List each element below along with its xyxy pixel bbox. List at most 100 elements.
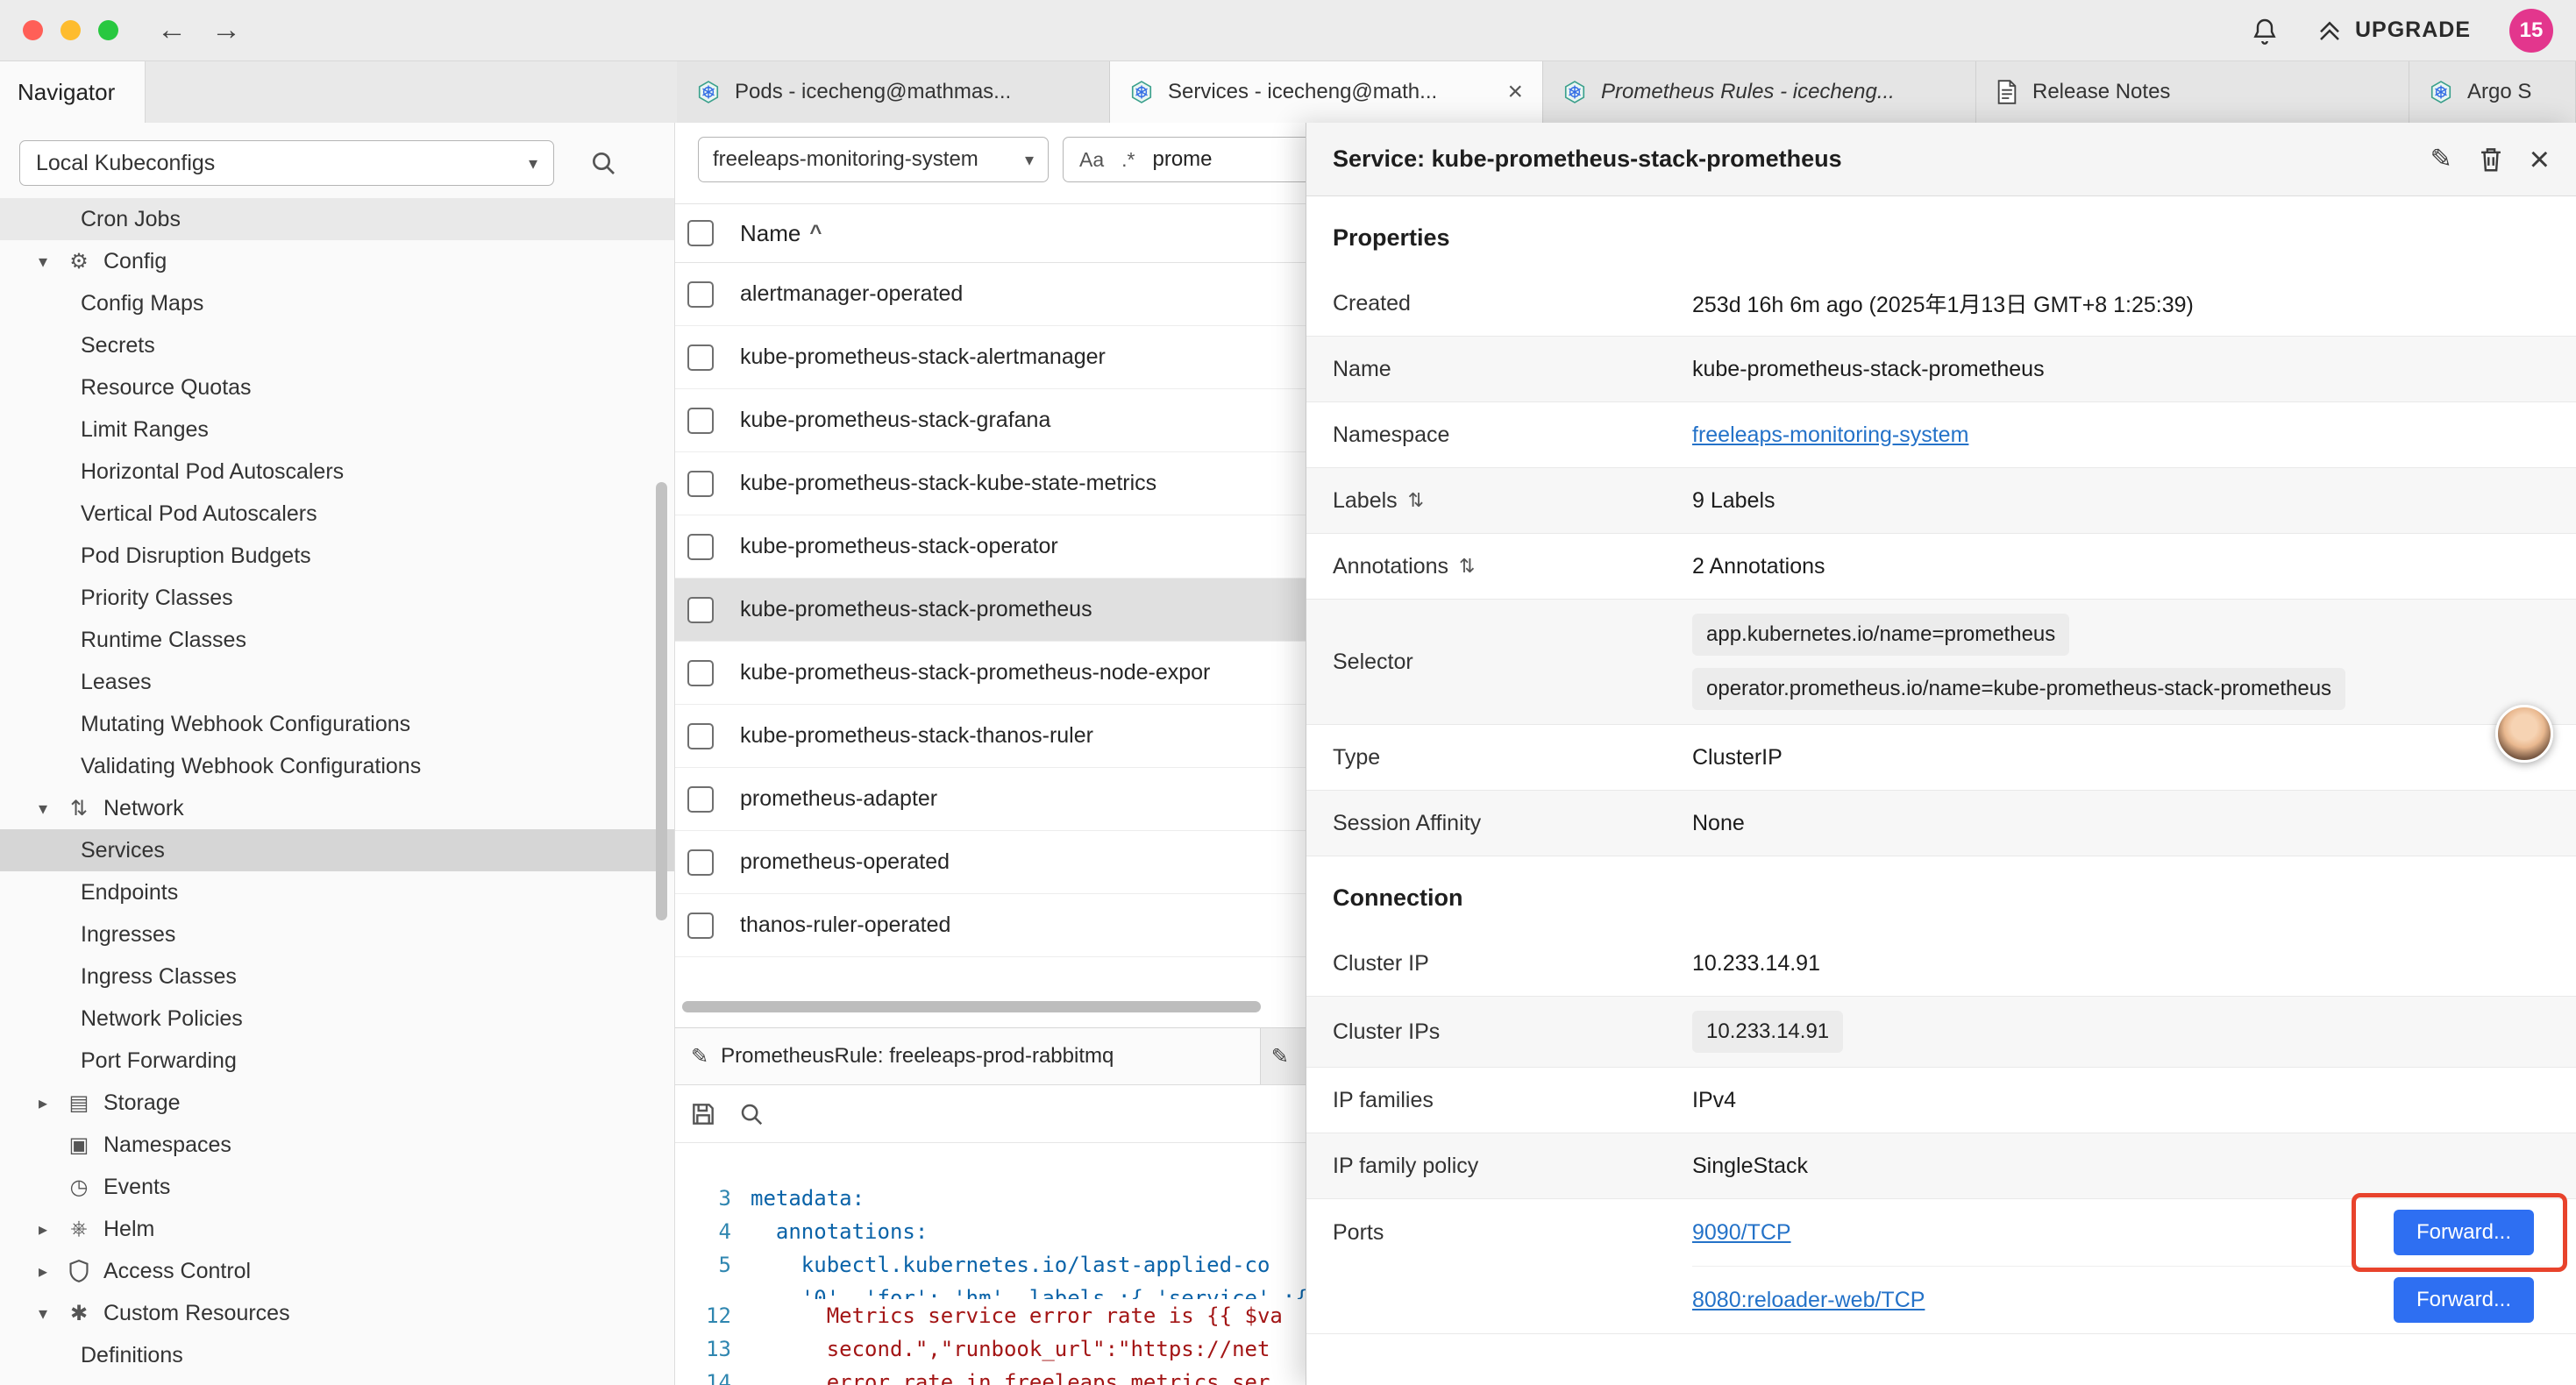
port-link[interactable]: 8080:reloader-web/TCP [1692, 1288, 1925, 1313]
name-column-header[interactable]: Name ^ [740, 220, 822, 247]
sort-updown-icon[interactable]: ⇅ [1408, 489, 1424, 512]
detail-value-link[interactable]: freeleaps-monitoring-system [1692, 423, 1968, 448]
kubeconfig-selector[interactable]: Local Kubeconfigs ▾ [19, 140, 554, 186]
sidebar-item-helm[interactable]: ▸⎈Helm [0, 1208, 674, 1250]
close-window-button[interactable] [23, 20, 43, 40]
chevron-right-icon[interactable]: ▸ [32, 1261, 54, 1282]
services-search-input[interactable]: Aa .* prome [1063, 137, 1306, 182]
chevron-right-icon[interactable]: ▸ [32, 1218, 54, 1240]
row-checkbox[interactable] [687, 534, 714, 560]
sidebar-item-priority-classes[interactable]: Priority Classes [0, 577, 674, 619]
table-row[interactable]: kube-prometheus-stack-thanos-ruler [675, 705, 1306, 768]
table-row[interactable]: kube-prometheus-stack-kube-state-metrics [675, 452, 1306, 515]
sidebar-item-storage[interactable]: ▸▤Storage [0, 1082, 674, 1124]
sidebar-item-ingresses[interactable]: Ingresses [0, 913, 674, 955]
edit-pencil-icon[interactable]: ✎ [2430, 144, 2452, 174]
sidebar-item-network-policies[interactable]: Network Policies [0, 998, 674, 1040]
table-row[interactable]: prometheus-operated [675, 831, 1306, 894]
back-button[interactable]: ← [157, 13, 187, 47]
sidebar-scrollbar-thumb[interactable] [656, 482, 667, 920]
regex-toggle[interactable]: .* [1121, 148, 1135, 172]
sidebar-item-cron-jobs[interactable]: Cron Jobs [0, 198, 674, 240]
table-row[interactable]: kube-prometheus-stack-prometheus-node-ex… [675, 642, 1306, 705]
upgrade-button[interactable]: UPGRADE [2316, 18, 2471, 43]
sidebar-item-ingress-classes[interactable]: Ingress Classes [0, 955, 674, 998]
table-row[interactable]: kube-prometheus-stack-alertmanager [675, 326, 1306, 389]
table-row[interactable]: prometheus-adapter [675, 768, 1306, 831]
table-row[interactable]: kube-prometheus-stack-prometheus [675, 579, 1306, 642]
row-checkbox[interactable] [687, 849, 714, 876]
sidebar-item-mutating-webhook-configurations[interactable]: Mutating Webhook Configurations [0, 703, 674, 745]
sort-updown-icon[interactable]: ⇅ [1459, 555, 1475, 578]
close-tab-icon[interactable]: × [1507, 77, 1523, 107]
sidebar-item-services[interactable]: Services [0, 829, 674, 871]
navigator-pane-title[interactable]: Navigator [0, 61, 146, 123]
dock-tab-next[interactable]: ✎ [1261, 1028, 1306, 1084]
table-row[interactable]: kube-prometheus-stack-grafana [675, 389, 1306, 452]
tab-services-icecheng-math[interactable]: Services - icecheng@math...× [1110, 61, 1543, 123]
sidebar-item-events[interactable]: ◷Events [0, 1166, 674, 1208]
sidebar-item-network[interactable]: ▾⇅Network [0, 787, 674, 829]
forward-button[interactable]: Forward... [2394, 1210, 2534, 1255]
row-checkbox[interactable] [687, 281, 714, 308]
editor-search-icon[interactable] [738, 1101, 765, 1127]
port-link[interactable]: 9090/TCP [1692, 1220, 1791, 1246]
table-row[interactable]: thanos-ruler-operated [675, 894, 1306, 957]
row-checkbox[interactable] [687, 344, 714, 371]
save-icon[interactable] [689, 1100, 717, 1128]
row-checkbox[interactable] [687, 660, 714, 686]
sidebar-item-custom-resources[interactable]: ▾✱Custom Resources [0, 1292, 674, 1334]
chevron-right-icon[interactable]: ▸ [32, 1092, 54, 1114]
namespace-filter-select[interactable]: freeleaps-monitoring-system ▾ [698, 137, 1049, 182]
trash-icon[interactable] [2479, 146, 2503, 173]
row-checkbox[interactable] [687, 408, 714, 434]
table-row[interactable]: alertmanager-operated [675, 263, 1306, 326]
sidebar-item-access-control[interactable]: ▸Access Control [0, 1250, 674, 1292]
sidebar-item-secrets[interactable]: Secrets [0, 324, 674, 366]
sidebar-item-config-maps[interactable]: Config Maps [0, 282, 674, 324]
user-avatar[interactable] [2495, 705, 2553, 763]
close-drawer-icon[interactable]: × [2530, 146, 2550, 173]
sidebar-item-runtime-classes[interactable]: Runtime Classes [0, 619, 674, 661]
row-checkbox[interactable] [687, 913, 714, 939]
sidebar-item-validating-webhook-configurations[interactable]: Validating Webhook Configurations [0, 745, 674, 787]
row-checkbox[interactable] [687, 786, 714, 813]
forward-button[interactable]: Forward... [2394, 1277, 2534, 1323]
yaml-editor[interactable]: 3metadata:4 annotations:5 kubectl.kubern… [675, 1143, 1306, 1385]
dock-tab-prometheusrule[interactable]: ✎ PrometheusRule: freeleaps-prod-rabbitm… [675, 1028, 1261, 1084]
sidebar-item-limit-ranges[interactable]: Limit Ranges [0, 408, 674, 451]
tab-argo-s[interactable]: Argo S [2409, 61, 2576, 123]
chevron-down-icon[interactable]: ▾ [32, 251, 54, 273]
sidebar-scrollbar[interactable] [656, 482, 667, 1043]
row-checkbox[interactable] [687, 471, 714, 497]
chevron-down-icon[interactable]: ▾ [32, 1303, 54, 1325]
sidebar-item-definitions[interactable]: Definitions [0, 1334, 674, 1376]
minimize-window-button[interactable] [60, 20, 81, 40]
match-case-toggle[interactable]: Aa [1079, 148, 1104, 172]
notifications-bell-icon[interactable] [2252, 17, 2278, 45]
row-checkbox[interactable] [687, 723, 714, 749]
forward-button[interactable]: → [211, 13, 241, 47]
titlebar-right: UPGRADE 15 [2252, 9, 2553, 53]
horizontal-scrollbar-thumb[interactable] [682, 1001, 1261, 1012]
horizontal-scrollbar[interactable] [682, 1001, 1299, 1012]
sidebar-item-config[interactable]: ▾⚙Config [0, 240, 674, 282]
notification-count-badge[interactable]: 15 [2509, 9, 2553, 53]
sidebar-item-port-forwarding[interactable]: Port Forwarding [0, 1040, 674, 1082]
chevron-down-icon[interactable]: ▾ [32, 798, 54, 820]
row-checkbox[interactable] [687, 597, 714, 623]
select-all-checkbox[interactable] [687, 220, 714, 246]
sidebar-item-vertical-pod-autoscalers[interactable]: Vertical Pod Autoscalers [0, 493, 674, 535]
zoom-window-button[interactable] [98, 20, 118, 40]
tab-pods-icecheng-mathmas[interactable]: Pods - icecheng@mathmas... [677, 61, 1110, 123]
sidebar-item-namespaces[interactable]: ▣Namespaces [0, 1124, 674, 1166]
sidebar-item-resource-quotas[interactable]: Resource Quotas [0, 366, 674, 408]
sidebar-item-horizontal-pod-autoscalers[interactable]: Horizontal Pod Autoscalers [0, 451, 674, 493]
sidebar-item-pod-disruption-budgets[interactable]: Pod Disruption Budgets [0, 535, 674, 577]
sidebar-item-endpoints[interactable]: Endpoints [0, 871, 674, 913]
sidebar-search-icon[interactable] [589, 149, 617, 181]
sidebar-item-leases[interactable]: Leases [0, 661, 674, 703]
tab-prometheus-rules-icecheng[interactable]: Prometheus Rules - icecheng... [1543, 61, 1976, 123]
table-row[interactable]: kube-prometheus-stack-operator [675, 515, 1306, 579]
tab-release-notes[interactable]: Release Notes [1976, 61, 2409, 123]
